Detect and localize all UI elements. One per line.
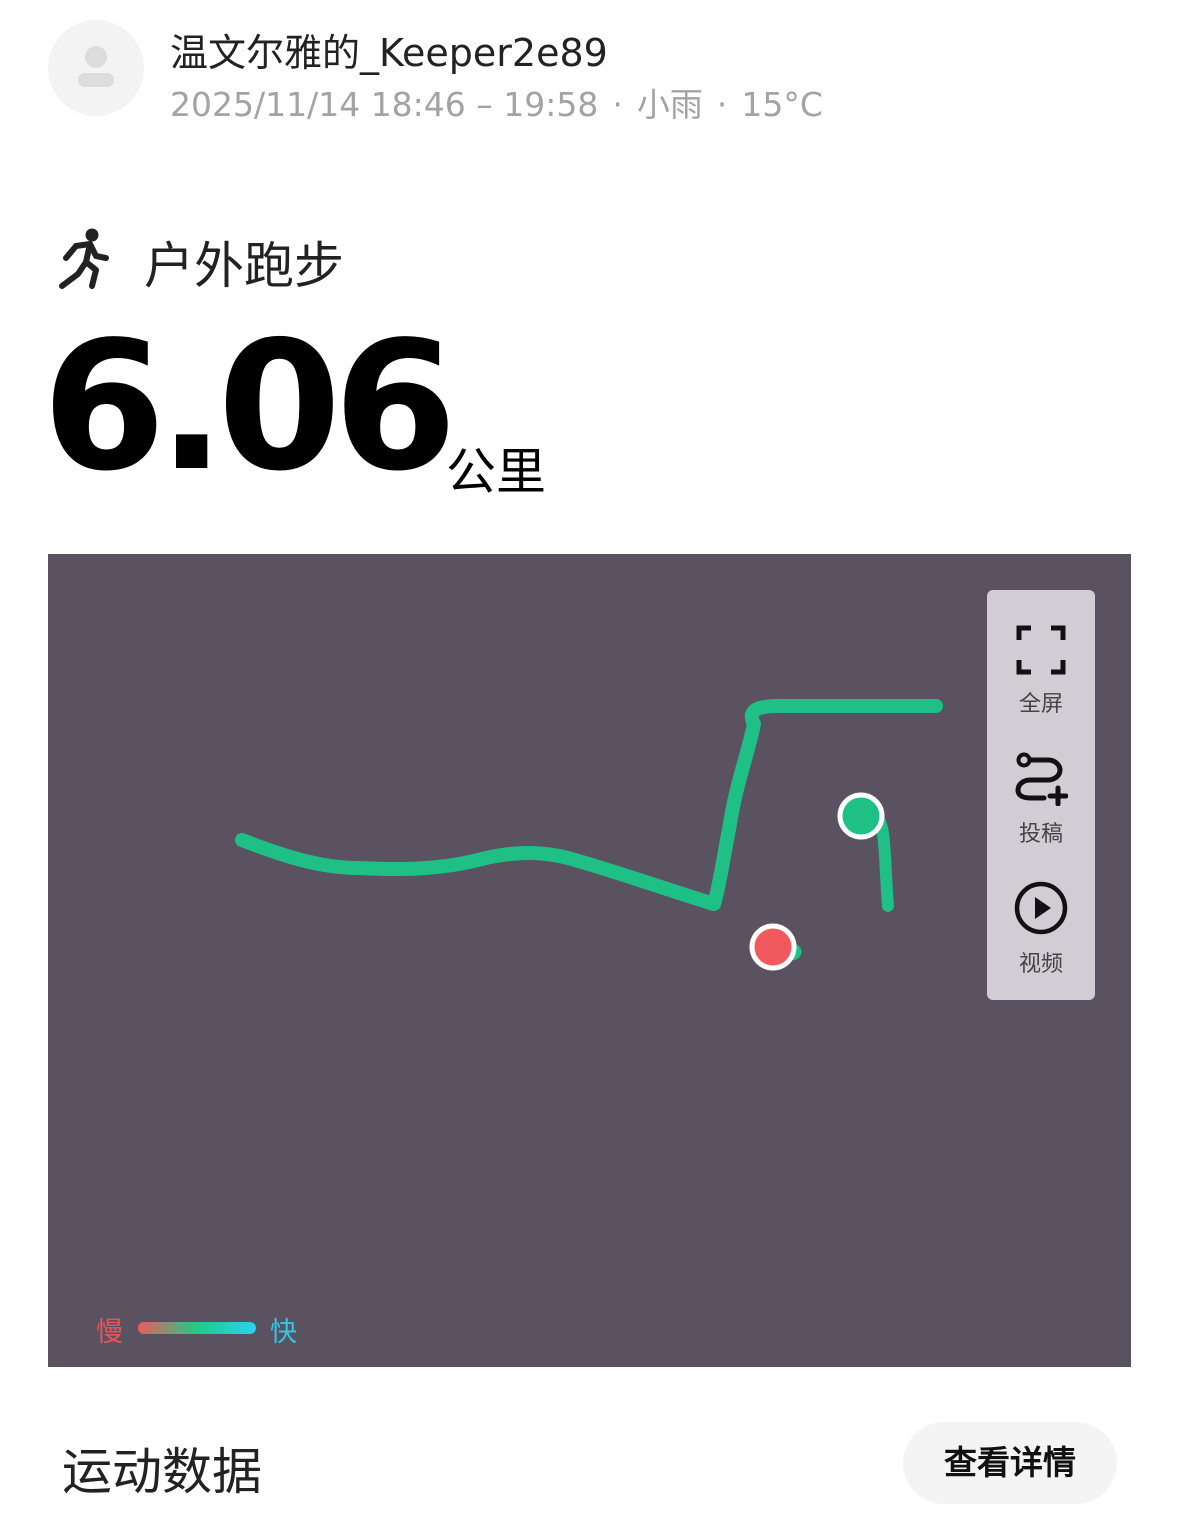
route-line [235,699,943,911]
map-toolbar: 全屏 投稿 视频 [987,590,1095,1000]
activity-type-label: 户外跑步 [144,237,344,295]
pace-legend: 慢 快 [96,1310,356,1350]
time-range: 2025/11/14 18:46 – 19:58 [170,85,599,124]
legend-slow-label: 慢 [96,1317,123,1348]
route-add-icon [1015,752,1068,806]
meta-separator: · [612,85,623,124]
username[interactable]: 温文尔雅的_Keeper2e89 [170,22,608,77]
activity-meta: 2025/11/14 18:46 – 19:58 · 小雨 · 15°C [170,78,823,126]
submit-route-button[interactable]: 投稿 [987,752,1095,872]
play-circle-icon [1014,881,1068,935]
distance-summary: 6.06 公里 [42,312,642,502]
video-button[interactable]: 视频 [987,880,1095,1000]
end-marker [749,923,797,971]
fullscreen-button[interactable]: 全屏 [987,624,1095,744]
weather: 小雨 [636,85,703,124]
fullscreen-icon [1016,625,1066,675]
route-map[interactable]: 全屏 投稿 视频 慢 快 [48,554,1131,1367]
fullscreen-label: 全屏 [1018,692,1063,717]
view-details-button[interactable]: 查看详情 [903,1422,1117,1504]
avatar[interactable] [48,20,144,116]
distance-unit: 公里 [446,443,546,501]
video-label: 视频 [1018,952,1063,977]
start-marker [837,792,885,840]
legend-fast-label: 快 [270,1317,297,1348]
record-header: 温文尔雅的_Keeper2e89 2025/11/14 18:46 – 19:5… [48,20,1128,124]
activity-type: 户外跑步 [52,222,552,295]
user-placeholder-icon [78,46,114,87]
meta-separator: · [716,85,728,124]
route-track [235,699,943,971]
legend-gradient-bar [138,1322,256,1334]
distance-value: 6.06 [42,303,457,510]
temperature: 15°C [741,85,823,124]
running-person-icon [59,228,109,289]
section-title: 运动数据 [62,1443,262,1501]
submit-route-label: 投稿 [1018,822,1063,847]
